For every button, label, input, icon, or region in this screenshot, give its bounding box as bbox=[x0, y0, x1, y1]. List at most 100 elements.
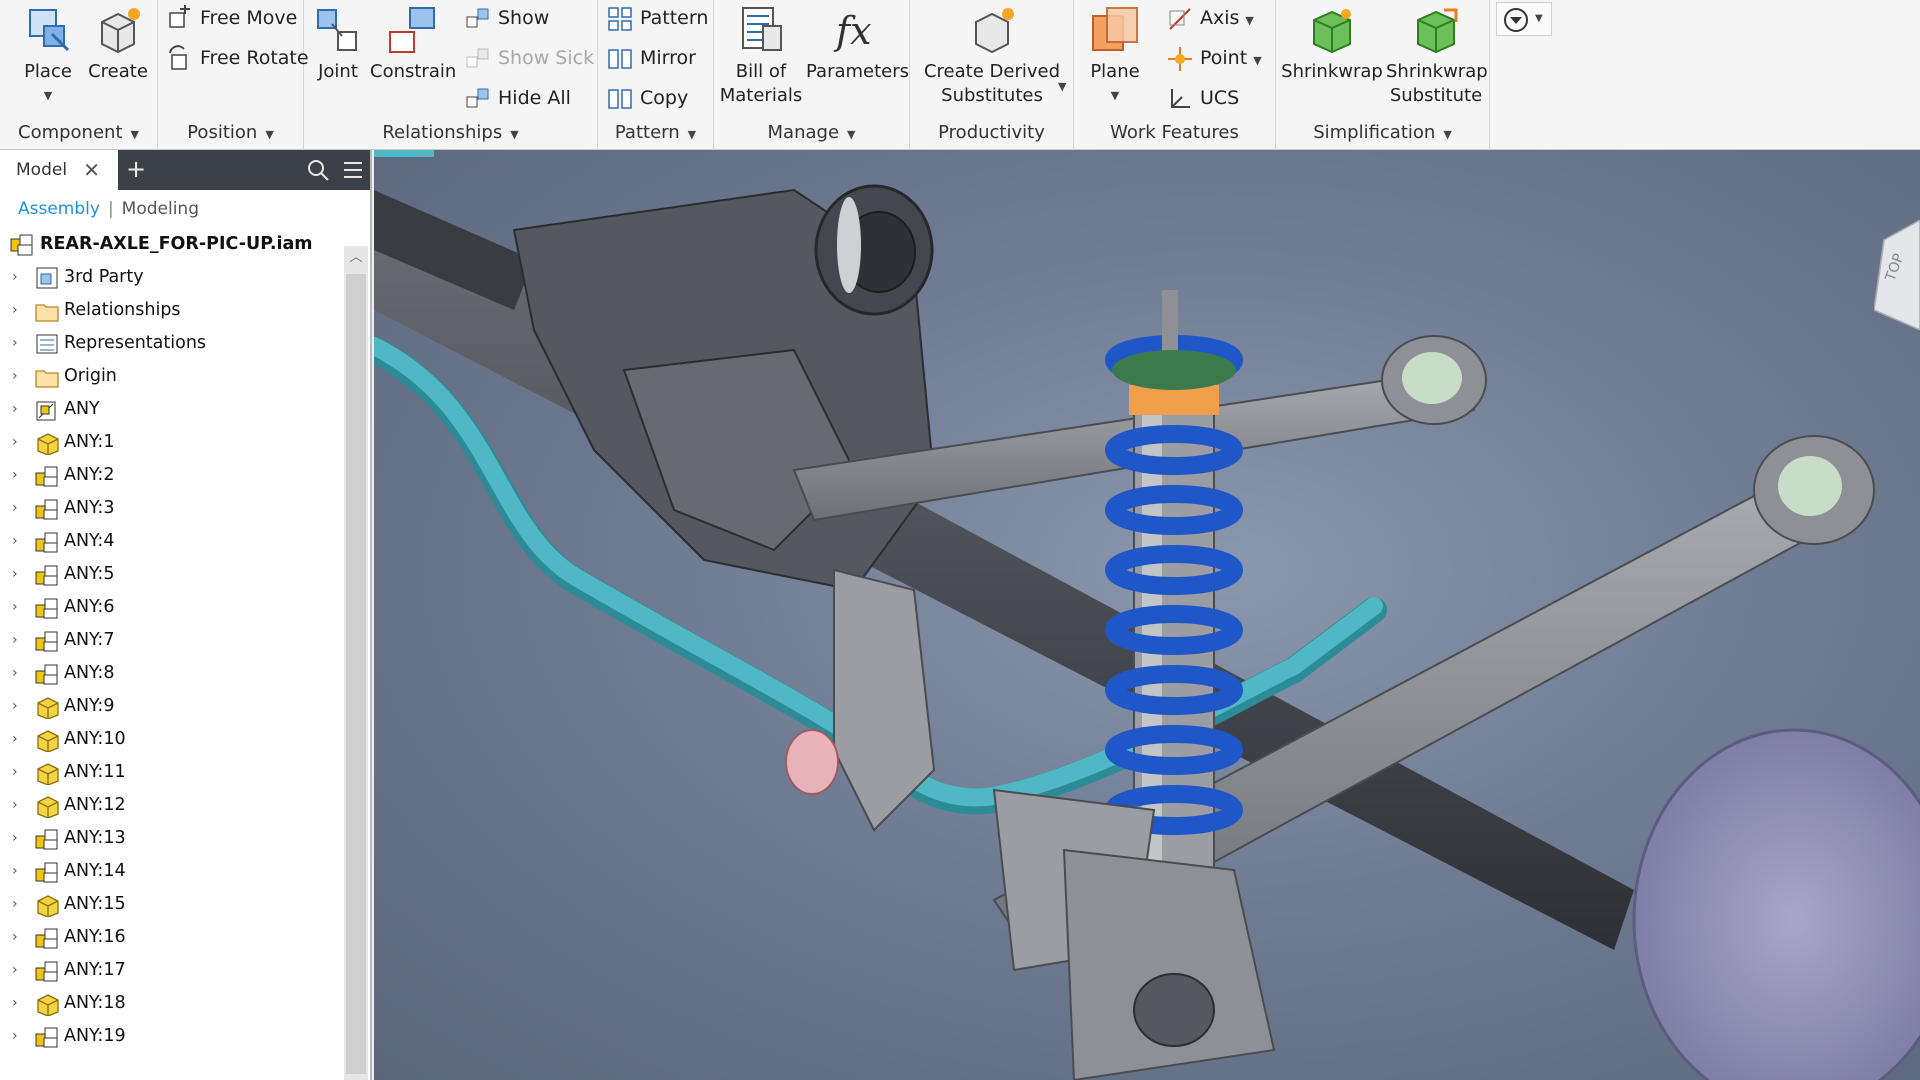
chevron-right-icon[interactable]: › bbox=[12, 426, 26, 459]
tree-node-label: ANY:18 bbox=[64, 993, 126, 1013]
chevron-right-icon[interactable]: › bbox=[12, 261, 26, 294]
pattern-panel-title[interactable]: Pattern ▼ bbox=[598, 116, 713, 150]
parameters-button[interactable]: fx Parameters bbox=[806, 0, 909, 84]
free-move-button[interactable]: Free Move bbox=[166, 0, 297, 36]
chevron-right-icon[interactable]: › bbox=[12, 954, 26, 987]
create-derived-substitutes-button[interactable]: Create Derived Substitutes bbox=[920, 0, 1064, 108]
relationships-panel-title[interactable]: Relationships ▼ bbox=[304, 116, 597, 150]
point-button[interactable]: Point ▼ bbox=[1166, 40, 1262, 76]
axle-assembly-model bbox=[374, 150, 1920, 1080]
tab-model-label: Model bbox=[16, 160, 68, 180]
shrinkwrap-substitute-button[interactable]: Shrinkwrap Substitute bbox=[1386, 0, 1488, 108]
tree-node-label: 3rd Party bbox=[64, 267, 144, 287]
chevron-right-icon[interactable]: › bbox=[12, 1020, 26, 1053]
tree-node[interactable]: › Origin bbox=[0, 360, 342, 393]
mode-assembly-link[interactable]: Assembly bbox=[18, 199, 100, 219]
tree-node[interactable]: › ANY:17 bbox=[0, 954, 342, 987]
tree-node[interactable]: › ANY:1 bbox=[0, 426, 342, 459]
search-icon[interactable] bbox=[306, 158, 330, 182]
chevron-right-icon[interactable]: › bbox=[12, 756, 26, 789]
chevron-right-icon[interactable]: › bbox=[12, 492, 26, 525]
manage-panel-title[interactable]: Manage ▼ bbox=[714, 116, 909, 150]
position-panel-title[interactable]: Position ▼ bbox=[158, 116, 303, 150]
viewcube[interactable]: TOP bbox=[1874, 220, 1920, 330]
joint-icon bbox=[317, 9, 357, 51]
chevron-right-icon[interactable]: › bbox=[12, 327, 26, 360]
chevron-right-icon[interactable]: › bbox=[12, 558, 26, 591]
mirror-button[interactable]: Mirror bbox=[606, 40, 696, 76]
chevron-right-icon[interactable]: › bbox=[12, 822, 26, 855]
tree-node[interactable]: › ANY:2 bbox=[0, 459, 342, 492]
ribbon-overflow-button[interactable]: ▼ bbox=[1496, 2, 1552, 36]
chevron-right-icon[interactable]: › bbox=[12, 591, 26, 624]
chevron-right-icon[interactable]: › bbox=[12, 360, 26, 393]
pattern-button[interactable]: Pattern bbox=[606, 0, 708, 36]
tree-node[interactable]: › ANY:3 bbox=[0, 492, 342, 525]
chevron-right-icon[interactable]: › bbox=[12, 855, 26, 888]
chevron-down-icon: ▼ bbox=[687, 128, 697, 141]
graphics-viewport[interactable]: TOP bbox=[374, 150, 1920, 1080]
chevron-right-icon[interactable]: › bbox=[12, 459, 26, 492]
tree-node[interactable]: › ANY:12 bbox=[0, 789, 342, 822]
show-button[interactable]: Show bbox=[464, 0, 549, 36]
chevron-right-icon[interactable]: › bbox=[12, 690, 26, 723]
constrain-icon bbox=[389, 7, 435, 53]
chevron-right-icon[interactable]: › bbox=[12, 294, 26, 327]
ucs-button[interactable]: UCS bbox=[1166, 80, 1239, 116]
chevron-right-icon[interactable]: › bbox=[12, 921, 26, 954]
hide-all-button[interactable]: Hide All bbox=[464, 80, 571, 116]
folder-icon bbox=[35, 370, 59, 388]
axis-button[interactable]: Axis ▼ bbox=[1166, 0, 1254, 36]
tree-root-assembly[interactable]: REAR-AXLE_FOR-PIC-UP.iam bbox=[0, 228, 342, 261]
tree-node[interactable]: › ANY:14 bbox=[0, 855, 342, 888]
chevron-right-icon[interactable]: › bbox=[12, 888, 26, 921]
hamburger-menu-icon[interactable] bbox=[342, 160, 364, 180]
tree-node[interactable]: › ANY:5 bbox=[0, 558, 342, 591]
tree-node[interactable]: › ANY:11 bbox=[0, 756, 342, 789]
tree-node[interactable]: › ANY:6 bbox=[0, 591, 342, 624]
chevron-right-icon[interactable]: › bbox=[12, 624, 26, 657]
tree-node[interactable]: › ANY:7 bbox=[0, 624, 342, 657]
tree-node[interactable]: › ANY:18 bbox=[0, 987, 342, 1020]
copy-button[interactable]: Copy bbox=[606, 80, 688, 116]
tree-node[interactable]: › ANY:15 bbox=[0, 888, 342, 921]
chevron-up-icon[interactable]: ︿ bbox=[344, 246, 368, 270]
tree-node[interactable]: › ANY:10 bbox=[0, 723, 342, 756]
chevron-right-icon[interactable]: › bbox=[12, 723, 26, 756]
tree-node[interactable]: › ANY:9 bbox=[0, 690, 342, 723]
plane-label: Plane bbox=[1090, 61, 1140, 82]
component-panel-title[interactable]: Component ▼ bbox=[0, 116, 157, 150]
show-sick-button[interactable]: Show Sick bbox=[464, 40, 594, 76]
create-button[interactable]: Create bbox=[86, 0, 150, 84]
hide-all-label: Hide All bbox=[498, 87, 571, 109]
chevron-right-icon[interactable]: › bbox=[12, 657, 26, 690]
plane-button[interactable]: Plane ▼ bbox=[1080, 0, 1150, 108]
tree-node[interactable]: › ANY:4 bbox=[0, 525, 342, 558]
chevron-down-icon[interactable]: ▼ bbox=[1058, 80, 1066, 93]
tree-node[interactable]: › Representations bbox=[0, 327, 342, 360]
tree-node[interactable]: › ANY:13 bbox=[0, 822, 342, 855]
tree-node[interactable]: › ANY:19 bbox=[0, 1020, 342, 1053]
tree-node[interactable]: › ANY:16 bbox=[0, 921, 342, 954]
joint-button[interactable]: Joint bbox=[310, 0, 366, 84]
tree-node[interactable]: › ANY bbox=[0, 393, 342, 426]
chevron-right-icon[interactable]: › bbox=[12, 789, 26, 822]
tree-node[interactable]: › Relationships bbox=[0, 294, 342, 327]
chevron-right-icon[interactable]: › bbox=[12, 393, 26, 426]
add-tab-button[interactable]: + bbox=[124, 150, 148, 190]
tree-node[interactable]: › 3rd Party bbox=[0, 261, 342, 294]
chevron-right-icon[interactable]: › bbox=[12, 525, 26, 558]
free-rotate-button[interactable]: Free Rotate bbox=[166, 40, 309, 76]
mode-modeling-link[interactable]: Modeling bbox=[122, 199, 199, 219]
place-button[interactable]: Place ▼ bbox=[16, 0, 80, 108]
tree-node[interactable]: › ANY:8 bbox=[0, 657, 342, 690]
chevron-down-icon: ▼ bbox=[847, 128, 856, 141]
bill-of-materials-button[interactable]: Bill of Materials bbox=[718, 0, 804, 108]
constrain-button[interactable]: Constrain bbox=[370, 0, 456, 84]
tab-model[interactable]: Model ✕ bbox=[0, 150, 118, 190]
chevron-right-icon[interactable]: › bbox=[12, 987, 26, 1020]
simplification-panel-title[interactable]: Simplification ▼ bbox=[1276, 116, 1489, 150]
shrinkwrap-button[interactable]: Shrinkwrap bbox=[1280, 0, 1384, 84]
tree-scrollbar-thumb[interactable] bbox=[346, 274, 366, 1074]
close-icon[interactable]: ✕ bbox=[83, 150, 100, 190]
